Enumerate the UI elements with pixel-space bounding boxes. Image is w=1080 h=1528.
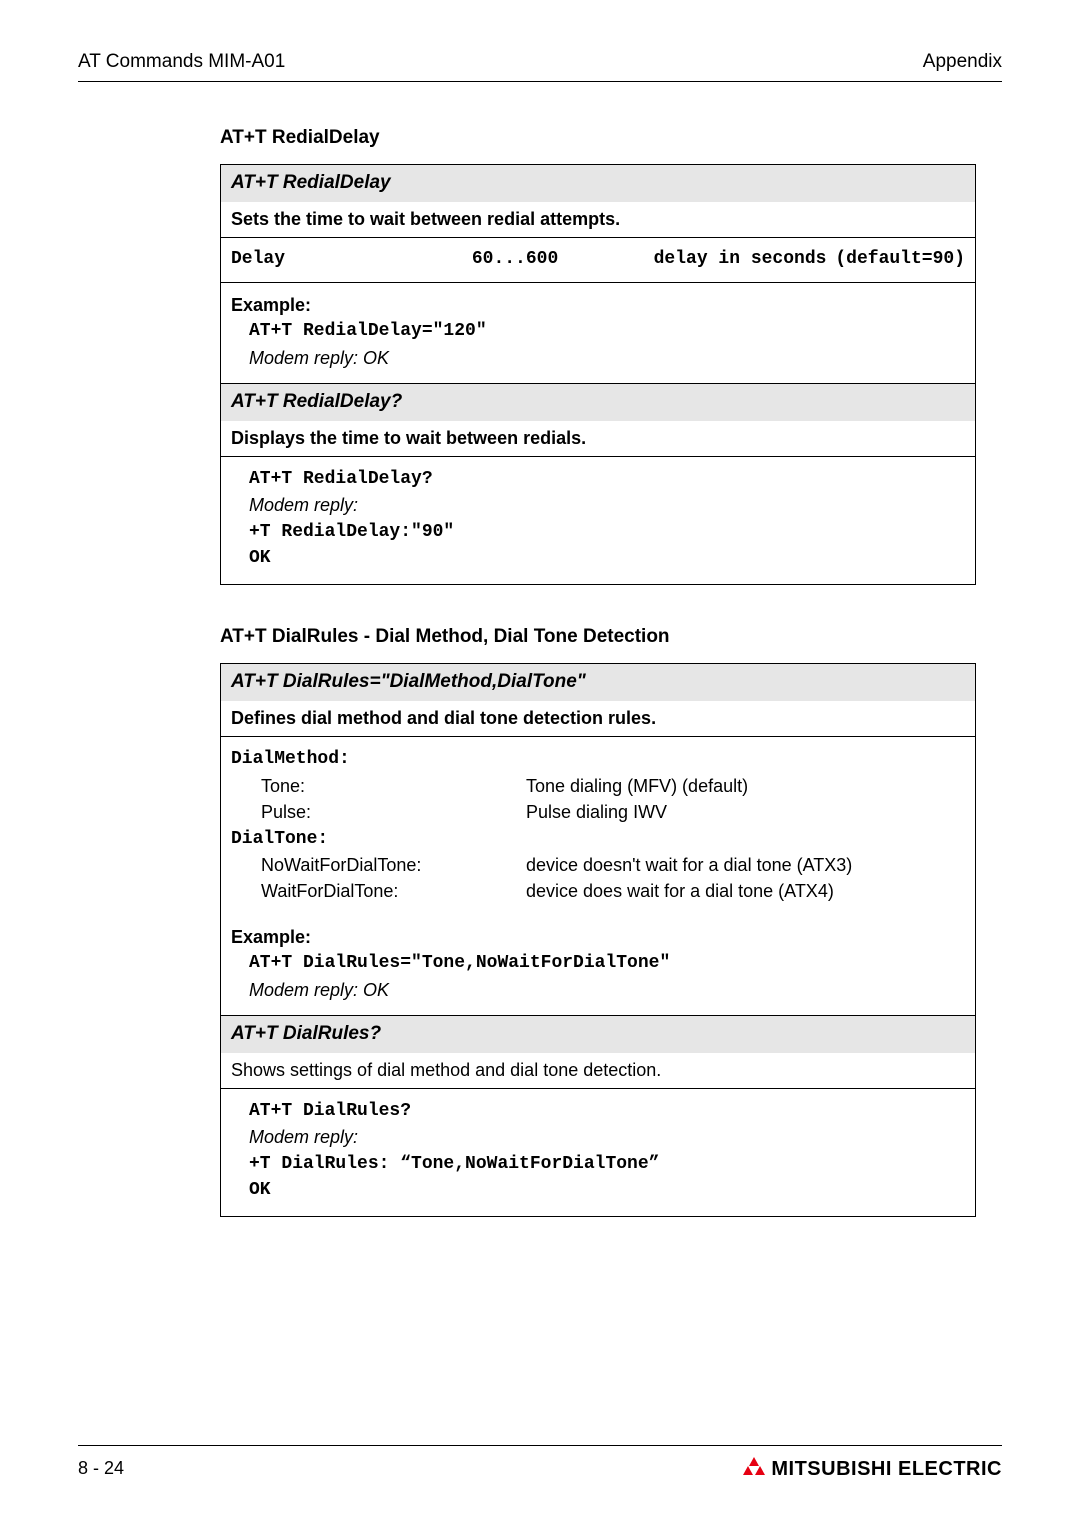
s2-params: DialMethod: Tone: Tone dialing (MFV) (de… — [221, 737, 975, 914]
section1-title: AT+T RedialDelay — [220, 126, 976, 151]
s2-dm-pulse-k: Pulse: — [231, 801, 526, 824]
s1-param-name: Delay — [231, 248, 472, 271]
s1-q-reply-l1: +T RedialDelay:"90" — [231, 521, 965, 544]
brand-text: MITSUBISHI ELECTRIC — [771, 1456, 1002, 1482]
header-right: Appendix — [923, 50, 1002, 75]
s1-param-meaning: delay in seconds — [654, 248, 836, 271]
s2-example: Example: AT+T DialRules="Tone,NoWaitForD… — [221, 915, 975, 1015]
s2-dm-tone-k: Tone: — [231, 775, 526, 798]
s2-query-block: AT+T DialRules? Modem reply: +T DialRule… — [221, 1089, 975, 1216]
s1-q-reply-l2: OK — [231, 547, 965, 570]
s1-example: Example: AT+T RedialDelay="120" Modem re… — [221, 283, 975, 383]
s1-q-cmd: AT+T RedialDelay? — [231, 468, 965, 491]
s2-example-label: Example: — [231, 926, 965, 949]
s1-example-reply: Modem reply: OK — [231, 347, 965, 370]
s1-cmd-set: AT+T RedialDelay — [221, 165, 975, 202]
s2-q-reply-l1: +T DialRules: “Tone,NoWaitForDialTone” — [231, 1153, 965, 1176]
s2-dm-label: DialMethod: — [231, 748, 965, 771]
s1-example-label: Example: — [231, 294, 965, 317]
s2-dm-pulse-v: Pulse dialing IWV — [526, 801, 667, 824]
header-left: AT Commands MIM-A01 — [78, 50, 285, 75]
content-area: AT+T RedialDelay AT+T RedialDelay Sets t… — [220, 126, 976, 1217]
s1-cmd-query: AT+T RedialDelay? — [221, 383, 975, 421]
s2-dm-tone-v: Tone dialing (MFV) (default) — [526, 775, 748, 798]
s1-q-reply-label: Modem reply: — [231, 494, 965, 517]
s2-dt-label: DialTone: — [231, 828, 965, 851]
s1-param-row: Delay 60...600 delay in seconds (default… — [221, 238, 975, 282]
s2-example-reply: Modem reply: OK — [231, 979, 965, 1002]
s2-q-reply-l2: OK — [231, 1179, 965, 1202]
brand: MITSUBISHI ELECTRIC — [743, 1456, 1002, 1482]
s2-dt-wait-k: WaitForDialTone: — [231, 880, 526, 903]
mitsubishi-logo-icon — [743, 1456, 765, 1482]
s2-desc-set: Defines dial method and dial tone detect… — [221, 701, 975, 737]
s2-desc-query: Shows settings of dial method and dial t… — [221, 1053, 975, 1089]
s2-q-cmd: AT+T DialRules? — [231, 1100, 965, 1123]
s2-dt-wait-v: device does wait for a dial tone (ATX4) — [526, 880, 834, 903]
s2-q-reply-label: Modem reply: — [231, 1126, 965, 1149]
s2-dt-nowait-v: device doesn't wait for a dial tone (ATX… — [526, 854, 852, 877]
s2-cmd-set: AT+T DialRules="DialMethod,DialTone" — [221, 664, 975, 701]
s1-query-block: AT+T RedialDelay? Modem reply: +T Redial… — [221, 457, 975, 584]
s1-desc-set: Sets the time to wait between redial att… — [221, 202, 975, 238]
s2-dt-nowait-k: NoWaitForDialTone: — [231, 854, 526, 877]
section1-box: AT+T RedialDelay Sets the time to wait b… — [220, 164, 976, 584]
s2-cmd-query: AT+T DialRules? — [221, 1015, 975, 1053]
s1-param-default: (default=90) — [835, 248, 965, 271]
section2-title: AT+T DialRules - Dial Method, Dial Tone … — [220, 625, 976, 650]
page-number: 8 - 24 — [78, 1457, 124, 1480]
s1-example-cmd: AT+T RedialDelay="120" — [231, 320, 965, 343]
s1-param-range: 60...600 — [472, 248, 654, 271]
header-bar: AT Commands MIM-A01 Appendix — [78, 50, 1002, 82]
section2-box: AT+T DialRules="DialMethod,DialTone" Def… — [220, 663, 976, 1216]
s1-desc-query: Displays the time to wait between redial… — [221, 421, 975, 457]
s2-example-cmd: AT+T DialRules="Tone,NoWaitForDialTone" — [231, 952, 965, 975]
footer: 8 - 24 MITSUBISHI ELECTRIC — [78, 1445, 1002, 1482]
